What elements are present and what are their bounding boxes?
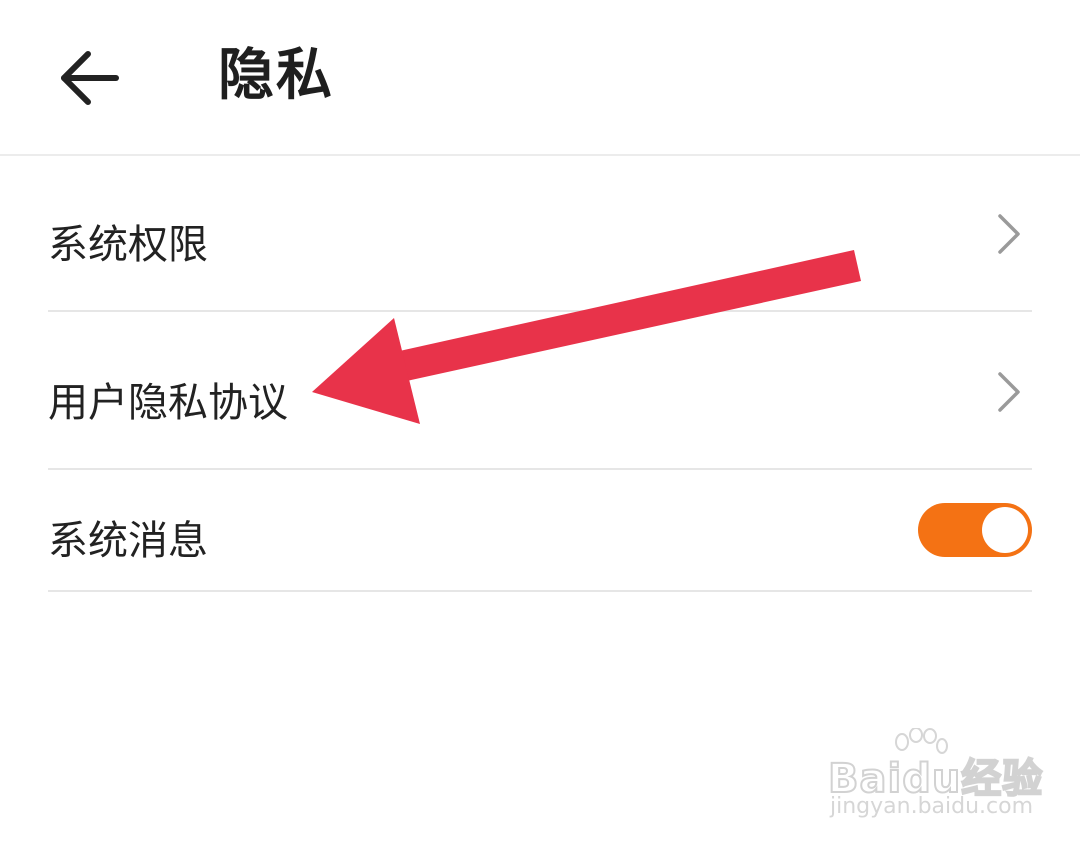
paw-logo-icon — [895, 728, 948, 754]
settings-item-user-privacy-agreement[interactable]: 用户隐私协议 — [48, 312, 1032, 470]
settings-item-label: 系统权限 — [48, 222, 208, 268]
privacy-settings-page: 隐私 系统权限 用户隐私协议 系统消息 Baidu经验 jingyan.baid… — [0, 0, 1080, 846]
arrow-left-icon — [61, 51, 119, 105]
baidu-jingyan-watermark: Baidu经验 jingyan.baidu.com — [827, 728, 1043, 824]
settings-item-label: 系统消息 — [48, 518, 208, 564]
settings-item-system-messages: 系统消息 — [48, 470, 1032, 592]
toggle-knob — [982, 507, 1028, 553]
chevron-right-icon — [998, 372, 1020, 412]
watermark-brand: Baidu经验 — [827, 755, 1044, 803]
watermark-url: jingyan.baidu.com — [830, 794, 1034, 819]
top-app-bar: 隐私 — [0, 0, 1080, 156]
settings-item-system-permissions[interactable]: 系统权限 — [48, 156, 1032, 312]
system-messages-toggle[interactable] — [918, 503, 1032, 557]
chevron-right-icon — [998, 214, 1020, 254]
back-button[interactable] — [50, 38, 130, 118]
page-title: 隐私 — [218, 43, 334, 108]
settings-item-label: 用户隐私协议 — [48, 380, 288, 426]
